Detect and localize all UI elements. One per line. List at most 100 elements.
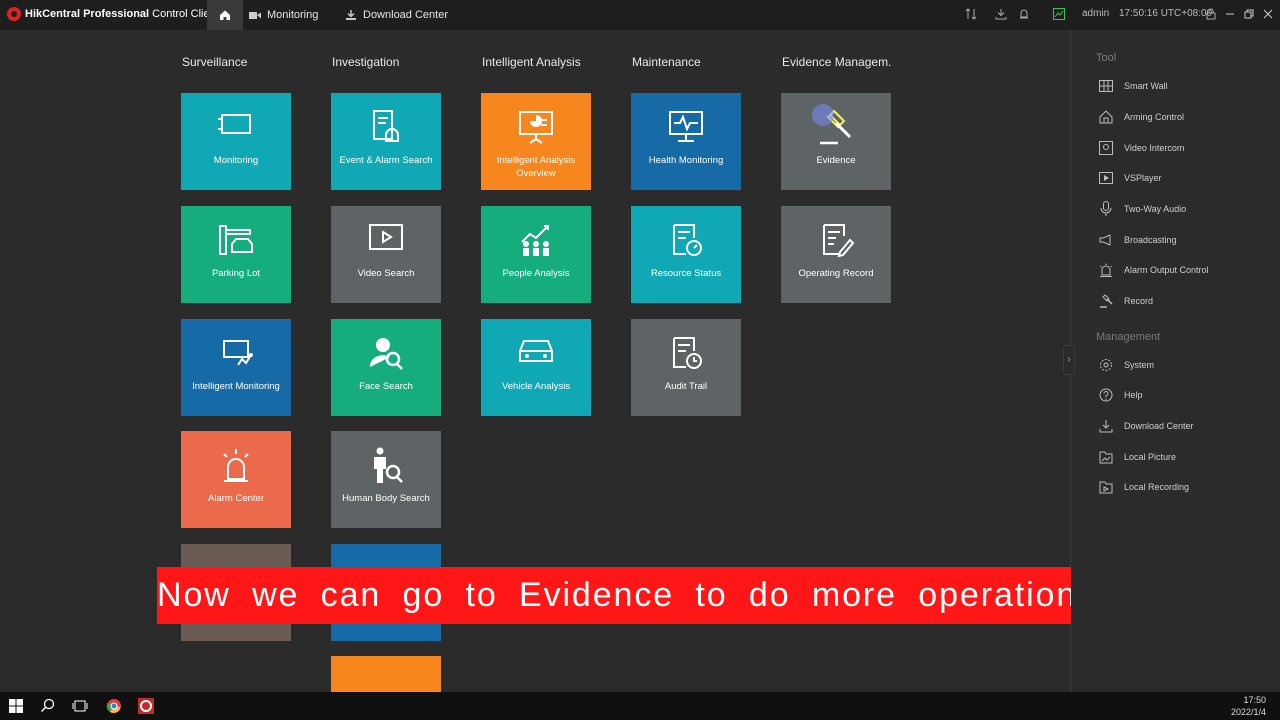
tile-audit-trail[interactable]: Audit Trail [631, 319, 741, 416]
tile-face-search[interactable]: Face Search [331, 319, 441, 416]
tile-intelligent-monitoring-label: Intelligent Monitoring [192, 381, 280, 392]
lock-icon[interactable] [1205, 8, 1217, 20]
app-window: HikCentral Professional Control Client M… [0, 0, 1280, 692]
windows-start-icon[interactable] [8, 698, 24, 714]
clock-text: 17:50:16 UTC+08:00 [1119, 8, 1213, 19]
minimize-icon[interactable] [1224, 8, 1236, 20]
download-tasks-icon[interactable] [995, 8, 1007, 20]
restore-icon[interactable] [1243, 8, 1255, 20]
user-name[interactable]: admin [1082, 8, 1109, 19]
sidebar-management-heading: Management [1096, 331, 1161, 343]
sidebar-item-label: Record [1124, 296, 1154, 306]
resource-status-icon [673, 224, 702, 256]
intercom-icon [1099, 141, 1113, 155]
tile-alarm-center-label: Alarm Center [208, 493, 264, 504]
sidebar-item-vsplayer[interactable]: VSPlayer [1098, 169, 1162, 187]
tile-operating-record[interactable]: Operating Record [781, 206, 891, 303]
sidebar-item-label: Help [1124, 390, 1143, 400]
sidebar-item-label: VSPlayer [1124, 173, 1162, 183]
tile-video-search[interactable]: Video Search [331, 206, 441, 303]
sidebar-item-broadcasting[interactable]: Broadcasting [1098, 231, 1177, 249]
smart-wall-icon [1099, 80, 1113, 92]
tile-monitoring[interactable]: Monitoring [181, 93, 291, 190]
camera-icon [249, 11, 261, 19]
transfer-icon[interactable] [965, 8, 977, 20]
microphone-icon [1100, 201, 1112, 216]
sidebar-item-label: Arming Control [1124, 112, 1185, 122]
record-gavel-icon [1100, 294, 1113, 308]
health-monitor-icon [669, 111, 703, 142]
sidebar-item-two-way-audio[interactable]: Two-Way Audio [1098, 200, 1186, 218]
home-tab[interactable] [207, 0, 243, 30]
tile-event-alarm-search-label: Event & Alarm Search [339, 155, 433, 166]
gear-icon [1100, 359, 1112, 371]
close-icon[interactable] [1262, 8, 1274, 20]
hikcentral-taskbar-icon[interactable] [138, 698, 154, 714]
app-brand: HikCentral Professional [25, 8, 150, 20]
chrome-icon[interactable] [106, 698, 122, 714]
tile-evidence[interactable]: Evidence [781, 93, 891, 190]
status-chart-icon[interactable] [1053, 8, 1065, 20]
tile-evidence-label: Evidence [816, 155, 856, 166]
presentation-chart-icon [519, 111, 553, 144]
tile-health-monitoring[interactable]: Health Monitoring [631, 93, 741, 190]
collapse-sidebar-chevron-icon[interactable]: › [1063, 345, 1075, 375]
mouse-cursor-highlight [812, 104, 834, 126]
sidebar-item-video-intercom[interactable]: Video Intercom [1098, 139, 1184, 157]
taskbar-time: 17:50 [1243, 695, 1266, 705]
tile-intelligent-analysis-overview-label: Intelligent Analysis Overview [496, 155, 576, 179]
search-icon[interactable] [40, 698, 56, 714]
sidebar-item-local-recording[interactable]: Local Recording [1098, 478, 1189, 496]
tab-download-label: Download Center [363, 9, 448, 21]
camera-icon [218, 114, 251, 134]
sidebar-item-label: Alarm Output Control [1124, 265, 1209, 275]
column-evidence-management: Evidence Managem. [782, 55, 892, 69]
os-taskbar: 17:50 2022/1/4 [0, 692, 1280, 720]
tile-vehicle-analysis[interactable]: Vehicle Analysis [481, 319, 591, 416]
arming-house-icon [1099, 110, 1113, 124]
tab-download-center[interactable]: Download Center [345, 0, 448, 30]
tile-intelligent-monitoring[interactable]: Intelligent Monitoring [181, 319, 291, 416]
tile-investigation-more-2[interactable] [331, 656, 441, 692]
tile-monitoring-label: Monitoring [213, 155, 259, 166]
sidebar-item-local-picture[interactable]: Local Picture [1098, 448, 1176, 466]
sidebar-item-smart-wall[interactable]: Smart Wall [1098, 77, 1168, 95]
tile-parking-lot[interactable]: Parking Lot [181, 206, 291, 303]
sidebar-item-label: Smart Wall [1124, 81, 1168, 91]
sidebar-item-system[interactable]: System [1098, 356, 1154, 374]
sidebar-item-label: Video Intercom [1124, 143, 1185, 153]
sidebar-item-label: Two-Way Audio [1124, 204, 1187, 214]
tile-face-search-label: Face Search [359, 381, 413, 392]
download-icon [346, 10, 356, 20]
people-analysis-icon [521, 225, 549, 256]
tab-monitoring[interactable]: Monitoring [249, 0, 318, 30]
tile-audit-trail-label: Audit Trail [664, 381, 708, 392]
title-bar: HikCentral Professional Control Client M… [0, 0, 1280, 30]
tile-event-alarm-search[interactable]: Event & Alarm Search [331, 93, 441, 190]
sidebar-item-label: System [1124, 360, 1155, 370]
alarm-bell-icon[interactable] [1018, 8, 1030, 20]
sidebar-item-alarm-output-control[interactable]: Alarm Output Control [1098, 261, 1209, 279]
tile-intelligent-analysis-overview[interactable]: Intelligent Analysis Overview [481, 93, 591, 190]
event-search-icon [373, 110, 399, 142]
folder-picture-icon [1099, 451, 1113, 464]
tile-people-analysis-label: People Analysis [502, 268, 570, 279]
tile-alarm-center[interactable]: Alarm Center [181, 431, 291, 528]
download-icon [1099, 420, 1113, 433]
sidebar-item-arming-control[interactable]: Arming Control [1098, 108, 1184, 126]
taskbar-clock[interactable]: 17:50 2022/1/4 [1231, 694, 1266, 718]
tile-resource-status[interactable]: Resource Status [631, 206, 741, 303]
help-icon [1099, 388, 1113, 402]
sidebar-item-label: Broadcasting [1124, 235, 1177, 245]
sidebar-item-record[interactable]: Record [1098, 292, 1153, 310]
alarm-light-icon [223, 449, 249, 482]
tile-human-body-search[interactable]: Human Body Search [331, 431, 441, 528]
sidebar-item-download-center[interactable]: Download Center [1098, 417, 1194, 435]
tab-monitoring-label: Monitoring [267, 9, 319, 21]
tile-people-analysis[interactable]: People Analysis [481, 206, 591, 303]
parking-barrier-icon [219, 225, 253, 255]
tile-human-body-search-label: Human Body Search [342, 493, 430, 504]
task-view-icon[interactable] [72, 698, 88, 714]
sidebar-item-label: Local Recording [1124, 482, 1190, 492]
sidebar-item-help[interactable]: Help [1098, 386, 1143, 404]
